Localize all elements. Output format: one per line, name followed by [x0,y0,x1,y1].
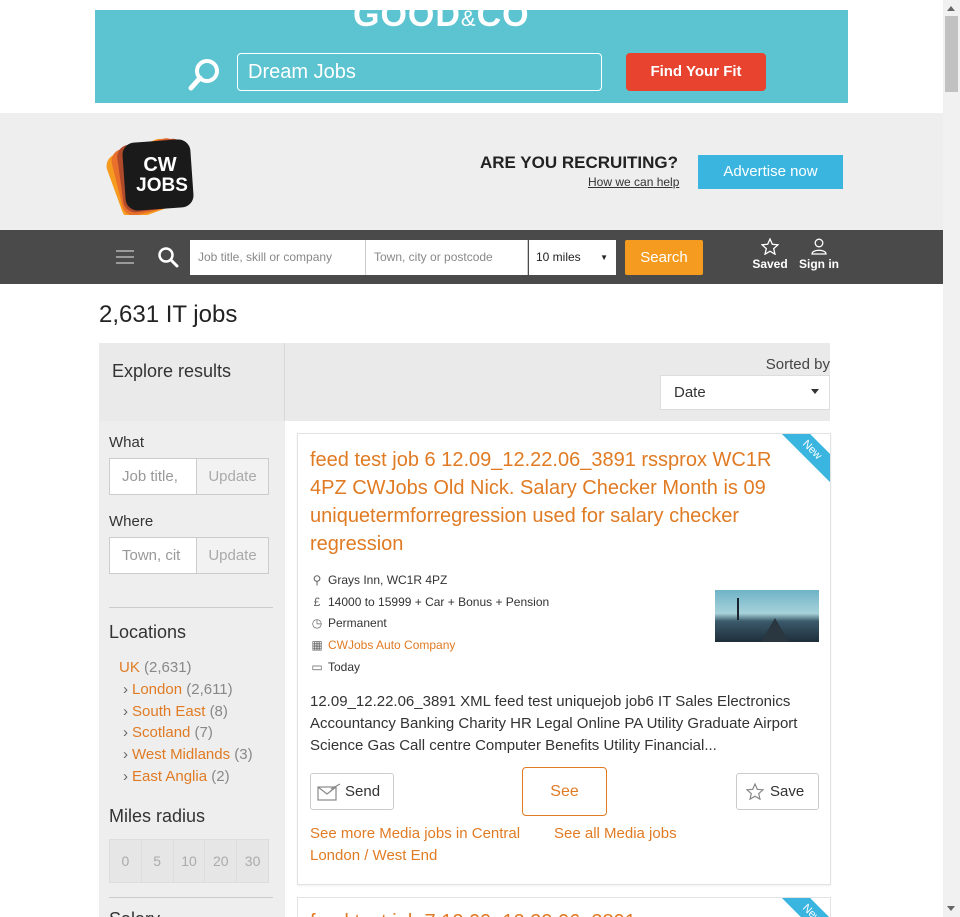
miles-option[interactable]: 5 [142,840,174,882]
chevron-right-icon: › [123,703,128,720]
divider [109,607,273,608]
what-label: What [109,434,145,451]
search-nav-bar: Job title, skill or company Town, city o… [0,230,943,284]
saved-link[interactable]: Saved [750,238,790,271]
building-icon: ▦ [311,638,323,652]
chevron-right-icon: › [123,681,128,698]
where-update-button[interactable]: Update [197,537,269,574]
location-link-south-east[interactable]: › South East (8) [123,703,228,720]
send-button[interactable]: Send [310,773,394,810]
recruiting-heading: ARE YOU RECRUITING? [480,153,679,172]
how-we-can-help-link[interactable]: How we can help [588,175,679,189]
job-title-link[interactable]: feed test job 6 12.09_12.22.06_3891 rssp… [310,446,790,558]
miles-option[interactable]: 0 [110,840,142,882]
location-link-uk[interactable]: UK (2,631) [119,659,192,676]
where-label: Where [109,513,154,530]
clock-icon: ◷ [311,616,323,630]
where-filter-input[interactable]: Town, cit [109,537,197,574]
page-scrollbar[interactable] [943,0,960,917]
user-icon [811,238,827,255]
see-button[interactable]: See [522,767,607,816]
salary-heading: Salary [109,909,160,917]
explore-bar: Explore results Sorted by Date [99,343,830,421]
map-pin-icon: ⚲ [312,573,322,587]
job-card: New feed test job 6 12.09_12.22.06_3891 … [297,433,831,885]
chevron-right-icon: › [123,768,128,785]
dropdown-arrow-icon: ▼ [600,253,608,262]
all-media-jobs-link[interactable]: See all Media jobs [554,823,677,845]
location-link-west-midlands[interactable]: › West Midlands (3) [123,746,253,763]
star-icon [746,783,764,800]
miles-option[interactable]: 30 [237,840,268,882]
scroll-up-arrow-icon[interactable] [947,6,955,11]
miles-option[interactable]: 10 [174,840,206,882]
svg-text:CW: CW [143,154,176,176]
miles-radius-heading: Miles radius [109,806,206,826]
sorted-by-label: Sorted by [765,356,830,373]
what-update-button[interactable]: Update [197,458,269,495]
divider [284,343,285,421]
search-icon [188,59,219,91]
ad-banner[interactable]: GOOD&CO Dream Jobs Find Your Fit [95,10,848,103]
sign-in-link[interactable]: Sign in [797,238,841,271]
sort-select[interactable]: Date [660,375,830,410]
locations-heading: Locations [109,622,187,642]
search-button[interactable]: Search [625,240,703,275]
scroll-down-arrow-icon[interactable] [947,906,955,911]
filter-sidebar: What Job title, Update Where Town, cit U… [99,421,285,917]
more-media-jobs-link[interactable]: See more Media jobs in Central London / … [310,823,540,867]
job-company-link[interactable]: ▦ CWJobs Auto Company [310,638,455,652]
job-type: ◷ Permanent [311,616,387,630]
keyword-input[interactable]: Job title, skill or company [190,240,366,275]
location-input[interactable]: Town, city or postcode [366,240,528,275]
location-link-scotland[interactable]: › Scotland (7) [123,724,213,741]
what-filter-input[interactable]: Job title, [109,458,197,495]
site-header: CW JOBS ARE YOU RECRUITING? How we can h… [0,113,943,230]
menu-icon[interactable] [116,250,134,264]
miles-option[interactable]: 20 [205,840,238,882]
pound-icon: £ [313,595,321,609]
results-count-title: 2,631 IT jobs [99,301,238,328]
calendar-icon: ▭ [311,660,323,674]
explore-results-heading: Explore results [112,361,232,381]
location-link-london[interactable]: › London (2,611) [123,681,233,698]
chevron-down-icon [811,389,819,394]
location-link-east-anglia[interactable]: › East Anglia (2) [123,768,230,785]
save-button[interactable]: Save [736,773,819,810]
job-card: New feed test job 7 12.09_12.22.06_3891 [297,897,831,917]
radius-select[interactable]: 10 miles ▼ [529,240,616,275]
job-salary: £14000 to 15999 + Car + Bonus + Pension [310,595,550,609]
ad-brand-logo: GOOD&CO [353,10,530,34]
miles-radius-selector: 0 5 10 20 30 [109,839,269,883]
scrollbar-thumb[interactable] [945,16,958,92]
job-posted-date: ▭ Today [311,660,361,674]
job-title-link[interactable]: feed test job 7 12.09_12.22.06_3891 [310,908,790,917]
ad-search-input[interactable]: Dream Jobs [237,53,602,91]
company-image [715,590,819,642]
svg-text:JOBS: JOBS [136,175,188,196]
chevron-right-icon: › [123,724,128,741]
divider [109,897,273,898]
search-icon[interactable] [157,246,179,268]
cwjobs-logo[interactable]: CW JOBS [100,133,208,215]
advertise-now-button[interactable]: Advertise now [698,155,843,189]
job-description: 12.09_12.22.06_3891 XML feed test unique… [310,693,798,754]
job-location: ⚲ Grays Inn, WC1R 4PZ [310,573,448,587]
star-icon [761,238,779,255]
find-your-fit-button[interactable]: Find Your Fit [626,53,766,91]
chevron-right-icon: › [123,746,128,763]
envelope-icon [317,783,341,801]
